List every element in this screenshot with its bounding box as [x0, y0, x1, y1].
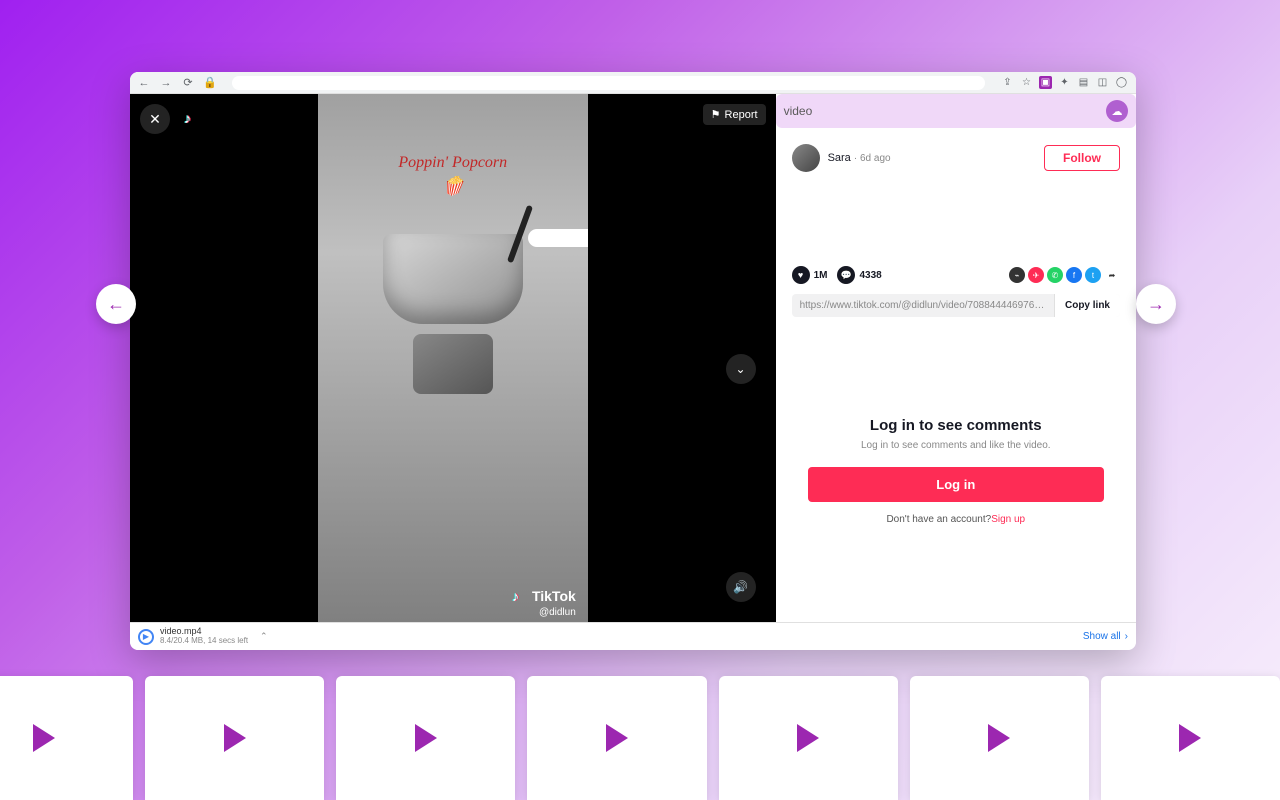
carousel-prev-button[interactable]: ← [96, 284, 136, 324]
signup-prompt: Don't have an account? [886, 514, 991, 525]
stats-row: ♥ 1M 💬 4338 ⌁ ✈ ✆ f t ➦ [792, 266, 1120, 284]
cast-icon[interactable]: ▤ [1077, 76, 1090, 89]
extension-icon[interactable]: ▣ [1039, 76, 1052, 89]
user-name[interactable]: Sara [828, 152, 851, 164]
flag-icon: ⚑ [711, 108, 721, 121]
chevron-down-icon[interactable]: ⌄ [726, 354, 756, 384]
thumbnail[interactable] [527, 676, 706, 800]
tiktok-logo-icon[interactable] [178, 104, 206, 132]
login-block: Log in to see comments Log in to see com… [792, 417, 1120, 525]
download-cloud-icon[interactable]: ☁ [1106, 100, 1128, 122]
signup-link[interactable]: Sign up [991, 514, 1025, 525]
thumbnail[interactable] [336, 676, 515, 800]
show-all-downloads[interactable]: Show all › [1083, 631, 1128, 642]
copy-link-row: https://www.tiktok.com/@didlun/video/708… [792, 294, 1120, 317]
user-row: Sara · 6d ago Follow [792, 144, 1120, 172]
thumbnail[interactable] [0, 676, 133, 800]
like-stat[interactable]: ♥ 1M [792, 266, 828, 284]
play-icon [1179, 724, 1201, 752]
report-button[interactable]: ⚑ Report [703, 104, 766, 125]
popcorn-emoji-icon: 🍿 [398, 176, 507, 197]
send-icon[interactable]: ✈ [1028, 267, 1044, 283]
download-progress: 8.4/20.4 MB, 14 secs left [160, 637, 248, 646]
browser-toolbar: ← → ⟳ 🔒 ⇪ ☆ ▣ ✦ ▤ ◫ ◯ [130, 72, 1136, 94]
avatar[interactable] [792, 144, 820, 172]
progress-pill [528, 229, 588, 247]
post-time: · 6d ago [854, 153, 891, 164]
download-file-icon: ▶ [138, 629, 154, 645]
chevron-up-icon[interactable]: ⌃ [260, 631, 268, 642]
signup-row: Don't have an account?Sign up [792, 514, 1120, 525]
video-overlay-title: Poppin' Popcorn 🍿 [398, 154, 507, 197]
page-content: ✕ ⚑ Report Poppin' Popcorn 🍿 [130, 94, 1136, 622]
extension-popup: video ☁ [776, 94, 1136, 128]
comment-icon: 💬 [837, 266, 855, 284]
close-icon[interactable]: ✕ [140, 104, 170, 134]
thumbnail[interactable] [910, 676, 1089, 800]
embed-icon[interactable]: ⌁ [1009, 267, 1025, 283]
extension-popup-label: video [784, 104, 813, 118]
play-icon [33, 724, 55, 752]
twitter-icon[interactable]: t [1085, 267, 1101, 283]
profile-icon[interactable]: ◯ [1115, 76, 1128, 89]
play-icon [988, 724, 1010, 752]
play-icon [797, 724, 819, 752]
carousel-next-button[interactable]: → [1136, 284, 1176, 324]
note-icon [512, 588, 528, 604]
browser-window: ← → ⟳ 🔒 ⇪ ☆ ▣ ✦ ▤ ◫ ◯ ✕ ⚑ Report [130, 72, 1136, 650]
video-panel: ✕ ⚑ Report Poppin' Popcorn 🍿 [130, 94, 776, 622]
share-icons: ⌁ ✈ ✆ f t ➦ [1009, 267, 1120, 283]
thumbnail[interactable] [145, 676, 324, 800]
login-heading: Log in to see comments [792, 417, 1120, 434]
download-bar: ▶ video.mp4 8.4/20.4 MB, 14 secs left ⌃ … [130, 622, 1136, 650]
video-player[interactable]: Poppin' Popcorn 🍿 TikTok @didlun [318, 94, 588, 622]
panel-icon[interactable]: ◫ [1096, 76, 1109, 89]
watermark-handle: @didlun [539, 607, 576, 618]
puzzle-icon[interactable]: ✦ [1058, 76, 1071, 89]
video-url[interactable]: https://www.tiktok.com/@didlun/video/708… [792, 294, 1054, 317]
nav-back-icon[interactable]: ← [138, 77, 150, 89]
thumbnail[interactable] [1101, 676, 1280, 800]
lock-icon: 🔒 [204, 77, 216, 89]
facebook-icon[interactable]: f [1066, 267, 1082, 283]
play-icon [224, 724, 246, 752]
thumbnail-row [0, 676, 1280, 800]
download-item[interactable]: ▶ video.mp4 8.4/20.4 MB, 14 secs left ⌃ [138, 627, 268, 646]
follow-button[interactable]: Follow [1044, 145, 1120, 171]
whatsapp-icon[interactable]: ✆ [1047, 267, 1063, 283]
star-icon[interactable]: ☆ [1020, 76, 1033, 89]
thumbnail[interactable] [719, 676, 898, 800]
share-more-icon[interactable]: ➦ [1104, 267, 1120, 283]
login-subtext: Log in to see comments and like the vide… [792, 440, 1120, 451]
comment-stat[interactable]: 💬 4338 [837, 266, 881, 284]
nav-reload-icon[interactable]: ⟳ [182, 77, 194, 89]
share-icon[interactable]: ⇪ [1001, 76, 1014, 89]
popcorn-machine-graphic [363, 234, 543, 534]
heart-icon: ♥ [792, 266, 810, 284]
details-sidebar: video ☁ Sara · 6d ago Follow ♥ 1M [776, 94, 1136, 622]
volume-icon[interactable]: 🔊 [726, 572, 756, 602]
play-icon [606, 724, 628, 752]
play-icon [415, 724, 437, 752]
report-label: Report [725, 109, 758, 121]
address-bar[interactable] [232, 76, 985, 90]
tiktok-watermark: TikTok [512, 588, 576, 604]
copy-link-button[interactable]: Copy link [1054, 294, 1120, 317]
nav-forward-icon[interactable]: → [160, 77, 172, 89]
chevron-right-icon: › [1125, 631, 1128, 642]
login-button[interactable]: Log in [808, 467, 1104, 502]
